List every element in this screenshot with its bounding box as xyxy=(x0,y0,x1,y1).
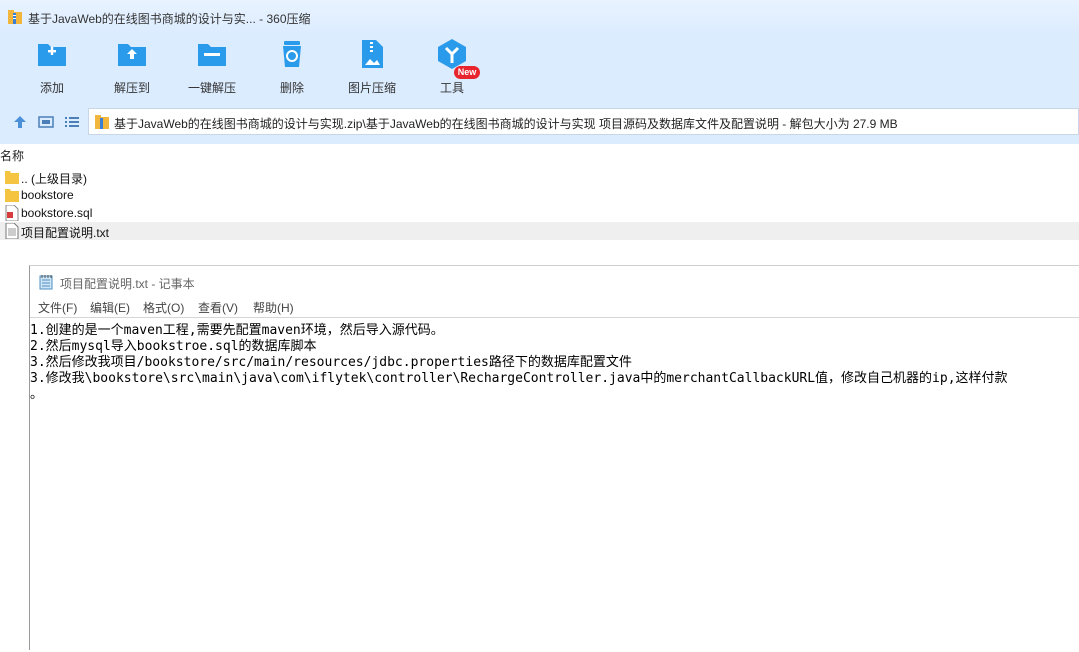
add-button[interactable]: 添加 xyxy=(12,38,92,96)
add-icon xyxy=(38,44,66,66)
file-row-txt[interactable]: 项目配置说明.txt xyxy=(0,222,1079,240)
parent-folder-icon xyxy=(5,171,19,184)
text-line-4: 3.修改我\bookstore\src\main\java\com\iflyte… xyxy=(30,371,1008,386)
list-view-icon[interactable] xyxy=(64,114,80,130)
one-click-extract-button[interactable]: 一键解压 xyxy=(172,38,252,96)
file-name: 项目配置说明.txt xyxy=(21,226,110,240)
notepad-title-bar: 项目配置说明.txt - 记事本 xyxy=(30,266,1079,296)
one-click-extract-label: 一键解压 xyxy=(187,81,236,95)
tools-label: 工具 xyxy=(439,81,464,95)
archive-app-icon xyxy=(8,10,22,24)
notepad-title: 项目配置说明.txt - 记事本 xyxy=(60,277,195,291)
notepad-menu-bar: 文件(F) 编辑(E) 格式(O) 查看(V) 帮助(H) xyxy=(30,296,1079,316)
notepad-window: 项目配置说明.txt - 记事本 文件(F) 编辑(E) 格式(O) 查看(V)… xyxy=(29,265,1079,650)
column-header-name[interactable]: 名称 xyxy=(0,147,24,164)
sql-file-icon xyxy=(5,205,19,221)
image-compress-button[interactable]: 图片压缩 xyxy=(332,38,412,96)
image-compress-label: 图片压缩 xyxy=(347,81,396,95)
zip-file-icon xyxy=(95,115,109,129)
new-badge: New xyxy=(454,66,480,79)
file-row-parent[interactable]: .. (上级目录) xyxy=(0,168,1079,186)
file-name: .. (上级目录) xyxy=(21,172,87,186)
address-path: 基于JavaWeb的在线图书商城的设计与实现.zip\基于JavaWeb的在线图… xyxy=(114,117,898,131)
menu-format[interactable]: 格式(O) xyxy=(143,299,184,316)
text-file-icon xyxy=(5,223,19,239)
file-list: .. (上级目录) bookstore bookstore.sql 项目配置说明… xyxy=(0,168,1079,240)
extract-to-button[interactable]: 解压到 xyxy=(92,38,172,96)
menu-view[interactable]: 查看(V) xyxy=(198,299,238,316)
tools-button[interactable]: 工具 xyxy=(412,38,492,96)
toolbar: 添加 解压到 一键解压 删除 图片压缩 工具 New xyxy=(0,34,1079,100)
menu-file[interactable]: 文件(F) xyxy=(38,299,77,316)
address-bar-area: 基于JavaWeb的在线图书商城的设计与实现.zip\基于JavaWeb的在线图… xyxy=(0,100,1079,144)
delete-label: 删除 xyxy=(279,81,304,95)
one-click-extract-icon xyxy=(198,44,226,66)
up-arrow-icon[interactable] xyxy=(12,114,28,130)
thumbnail-view-icon[interactable] xyxy=(38,114,54,130)
file-row-bookstore[interactable]: bookstore xyxy=(0,186,1079,204)
delete-icon xyxy=(283,41,301,67)
text-line-5: 。 xyxy=(30,387,44,402)
notepad-text-area[interactable]: 1.创建的是一个maven工程,需要先配置maven环境，然后导入源代码。 2.… xyxy=(30,317,1079,652)
file-name: bookstore.sql xyxy=(21,206,93,220)
menu-help[interactable]: 帮助(H) xyxy=(253,299,294,316)
delete-button[interactable]: 删除 xyxy=(252,38,332,96)
file-row-sql[interactable]: bookstore.sql xyxy=(0,204,1079,222)
file-name: bookstore xyxy=(21,188,74,202)
title-bar: 基于JavaWeb的在线图书商城的设计与实... - 360压缩 xyxy=(0,0,1079,34)
menu-edit[interactable]: 编辑(E) xyxy=(90,299,130,316)
notepad-icon xyxy=(39,275,53,290)
extract-to-label: 解压到 xyxy=(113,81,150,95)
folder-icon xyxy=(5,189,19,202)
add-label: 添加 xyxy=(39,81,64,95)
extract-to-icon xyxy=(118,44,146,66)
address-field[interactable]: 基于JavaWeb的在线图书商城的设计与实现.zip\基于JavaWeb的在线图… xyxy=(88,108,1079,135)
window-title: 基于JavaWeb的在线图书商城的设计与实... - 360压缩 xyxy=(28,12,311,26)
image-compress-icon xyxy=(362,40,383,68)
